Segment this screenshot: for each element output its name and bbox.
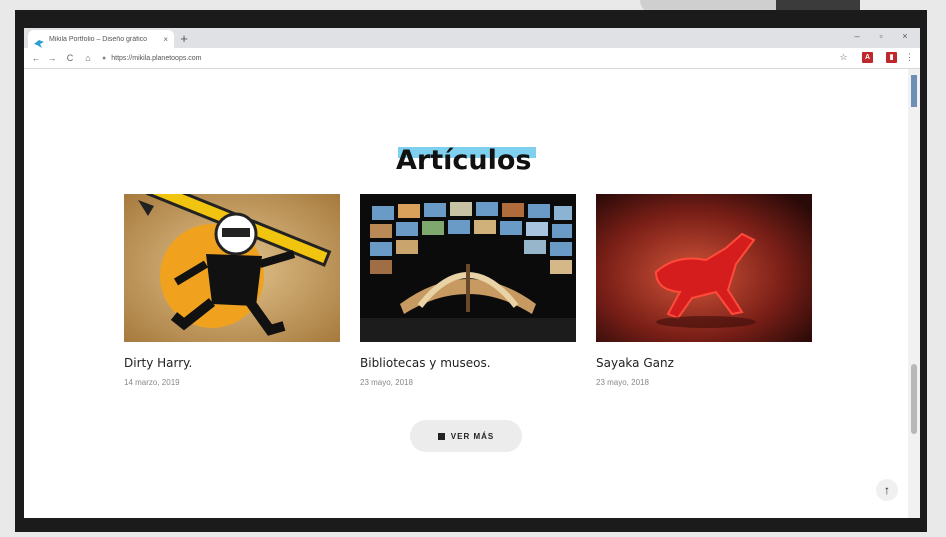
- menu-icon[interactable]: ⋮: [904, 52, 915, 63]
- article-card[interactable]: Sayaka Ganz 23 mayo, 2018: [596, 194, 812, 387]
- url-text: https://mikila.planetoops.com: [111, 54, 202, 62]
- article-image-pencil-man[interactable]: [124, 194, 340, 342]
- new-tab-button[interactable]: +: [176, 31, 192, 47]
- article-date: 14 marzo, 2019: [124, 378, 180, 387]
- article-title[interactable]: Sayaka Ganz: [596, 356, 812, 370]
- bookmark-star-icon[interactable]: ☆: [838, 52, 849, 63]
- article-image-red-horse-sculpture[interactable]: [596, 194, 812, 342]
- bird-favicon-icon: [34, 35, 44, 48]
- minimize-button[interactable]: –: [848, 31, 866, 41]
- tab-title: Mikila Portfolio – Diseño gráfico: [49, 35, 148, 43]
- article-date: 23 mayo, 2018: [360, 378, 413, 387]
- scrollbar-track-highlight: [911, 75, 917, 107]
- back-button[interactable]: ←: [30, 51, 42, 65]
- close-window-button[interactable]: ×: [896, 31, 914, 41]
- address-bar[interactable]: ● https://mikila.planetoops.com: [102, 51, 822, 65]
- lock-icon: ●: [102, 54, 107, 62]
- tab-strip: Mikila Portfolio – Diseño gráfico × + – …: [24, 28, 920, 48]
- square-icon: [437, 432, 445, 440]
- reload-button[interactable]: C: [64, 51, 76, 65]
- background-decoration-dark: [776, 0, 860, 10]
- page-content: Artículos Dirty Harry. 14 marzo, 2019 Bi…: [24, 69, 908, 518]
- forward-button[interactable]: →: [46, 51, 58, 65]
- browser-window: Mikila Portfolio – Diseño gráfico × + – …: [24, 28, 920, 518]
- article-card[interactable]: Bibliotecas y museos. 23 mayo, 2018: [360, 194, 576, 387]
- article-date: 23 mayo, 2018: [596, 378, 649, 387]
- browser-toolbar: ← → C ⌂ ● https://mikila.planetoops.com …: [24, 48, 920, 69]
- article-card[interactable]: Dirty Harry. 14 marzo, 2019: [124, 194, 340, 387]
- home-button[interactable]: ⌂: [82, 51, 94, 65]
- article-title[interactable]: Bibliotecas y museos.: [360, 356, 576, 370]
- ver-mas-button[interactable]: VER MÁS: [410, 420, 522, 452]
- scroll-to-top-button[interactable]: ↑: [876, 479, 898, 501]
- ver-mas-label: VER MÁS: [450, 431, 495, 441]
- article-title[interactable]: Dirty Harry.: [124, 356, 340, 370]
- article-image-book-screens[interactable]: [360, 194, 576, 342]
- browser-tab[interactable]: Mikila Portfolio – Diseño gráfico ×: [28, 30, 174, 48]
- scrollbar-thumb[interactable]: [911, 364, 917, 434]
- extension-icon[interactable]: ▮: [886, 52, 897, 63]
- tab-close-icon[interactable]: ×: [163, 35, 168, 44]
- section-title: Artículos: [396, 145, 532, 176]
- pdf-extension-icon[interactable]: A: [862, 52, 873, 63]
- maximize-button[interactable]: ▫: [872, 31, 890, 41]
- vertical-scrollbar[interactable]: [908, 69, 920, 518]
